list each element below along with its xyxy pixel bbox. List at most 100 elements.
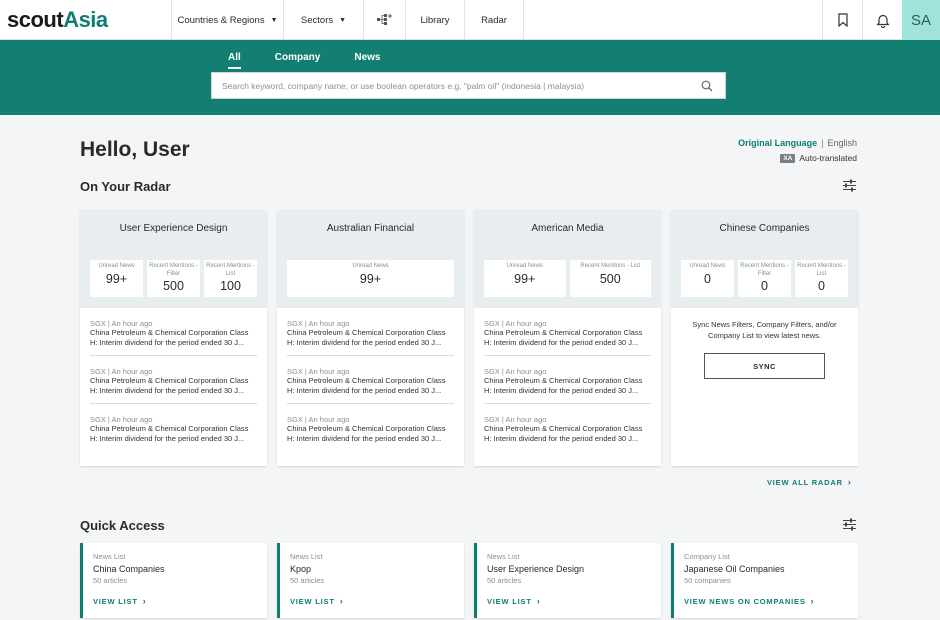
- search-button[interactable]: [692, 73, 722, 98]
- user-avatar[interactable]: SA: [902, 0, 940, 40]
- radar-card-american-media[interactable]: American Media Unread News 99+ Recent Me…: [474, 210, 661, 466]
- view-list-link[interactable]: VIEW LIST ›: [487, 596, 651, 606]
- stat-value: 0: [761, 279, 768, 293]
- news-headline-line1: China Petroleum & Chemical Corporation C…: [90, 328, 249, 337]
- chevron-right-icon: ›: [142, 596, 147, 606]
- nav-countries-regions[interactable]: Countries & Regions ▼: [172, 0, 284, 40]
- stat-value: 99+: [105, 271, 128, 286]
- news-item[interactable]: SGX | An hour ago China Petroleum & Chem…: [90, 356, 257, 404]
- stat-label: Recent Mentions - List: [206, 263, 255, 277]
- scoutasia-logo[interactable]: scout Asia: [0, 0, 172, 40]
- search-input[interactable]: [212, 73, 692, 98]
- stat-value: 100: [220, 279, 241, 293]
- news-headline-line1: China Petroleum & Chemical Corporation C…: [90, 376, 249, 385]
- radar-card-stats: Unread News 99+: [287, 260, 454, 297]
- quick-access-item[interactable]: Company List Japanese Oil Companies 50 c…: [671, 543, 858, 618]
- sync-button[interactable]: SYNC: [704, 353, 825, 379]
- view-all-radar-link[interactable]: VIEW ALL RADAR ›: [767, 477, 852, 487]
- news-headline-line1: China Petroleum & Chemical Corporation C…: [287, 424, 446, 433]
- tab-company[interactable]: Company: [275, 52, 321, 69]
- view-list-label: VIEW LIST: [290, 597, 335, 606]
- translate-badge: XA: [780, 153, 796, 163]
- radar-card-australian-financial[interactable]: Australian Financial Unread News 99+ SGX…: [277, 210, 464, 466]
- news-item[interactable]: SGX | An hour ago China Petroleum & Chem…: [287, 308, 454, 356]
- view-news-on-companies-link[interactable]: VIEW NEWS ON COMPANIES ›: [684, 596, 848, 606]
- nav-radar[interactable]: Radar: [465, 0, 524, 40]
- radar-card-title: American Media: [531, 223, 604, 234]
- tab-news[interactable]: News: [354, 52, 380, 69]
- logo-asia: Asia: [63, 7, 108, 32]
- news-item[interactable]: SGX | An hour ago China Petroleum & Chem…: [484, 356, 651, 404]
- chevron-right-icon: ›: [810, 596, 815, 606]
- radar-card-title: User Experience Design: [119, 223, 228, 234]
- stat-value: 0: [704, 271, 711, 286]
- view-list-link[interactable]: VIEW LIST ›: [93, 596, 257, 606]
- radar-card-header: User Experience Design Unread News 99+ R…: [80, 210, 267, 308]
- news-item[interactable]: SGX | An hour ago China Petroleum & Chem…: [90, 404, 257, 451]
- news-headline-line1: China Petroleum & Chemical Corporation C…: [90, 424, 249, 433]
- stat-label: Recent Mentions - List: [797, 263, 846, 277]
- stat-recent-mentions-filter: Recent Mentions - Filter 500: [147, 260, 200, 297]
- search-box: [211, 72, 726, 99]
- news-item[interactable]: SGX | An hour ago China Petroleum & Chem…: [484, 404, 651, 451]
- language-toggle: Original Language | English: [738, 138, 857, 148]
- quick-access-name: User Experience Design: [487, 564, 585, 574]
- english-option[interactable]: English: [827, 138, 857, 148]
- radar-card-chinese-companies[interactable]: Chinese Companies Unread News 0 Recent M…: [671, 210, 858, 466]
- tab-all[interactable]: All: [228, 52, 241, 69]
- radar-card-header: American Media Unread News 99+ Recent Me…: [474, 210, 661, 308]
- news-meta: SGX | An hour ago: [484, 319, 547, 328]
- notifications-button[interactable]: [862, 0, 902, 40]
- news-item[interactable]: SGX | An hour ago China Petroleum & Chem…: [484, 308, 651, 356]
- page-greeting: Hello, User: [80, 138, 190, 161]
- radar-card-stats: Unread News 99+ Recent Mentions - Filter…: [90, 260, 257, 297]
- nav-countries-label: Countries & Regions: [177, 14, 265, 26]
- quick-access-item[interactable]: News List User Experience Design 50 arti…: [474, 543, 661, 618]
- radar-card-header: Chinese Companies Unread News 0 Recent M…: [671, 210, 858, 308]
- stat-label: Recent Mentions - Filter: [740, 263, 789, 277]
- news-headline-line1: China Petroleum & Chemical Corporation C…: [484, 424, 643, 433]
- filter-sliders-icon[interactable]: [842, 178, 857, 193]
- radar-card-title: Australian Financial: [326, 223, 415, 234]
- stat-value: 0: [818, 279, 825, 293]
- news-headline-line2: H: Interim dividend for the period ended…: [90, 434, 245, 443]
- radar-card-user-experience-design[interactable]: User Experience Design Unread News 99+ R…: [80, 210, 267, 466]
- nav-radar-label: Radar: [481, 14, 507, 26]
- stat-unread-news: Unread News 0: [681, 260, 734, 297]
- network-icon: [376, 14, 392, 25]
- auto-translated-label: Auto-translated: [799, 153, 857, 163]
- quick-access-name: China Companies: [93, 564, 165, 574]
- view-list-link[interactable]: VIEW LIST ›: [290, 596, 454, 606]
- stat-value: 500: [599, 271, 621, 286]
- quick-access-type: Company List: [684, 552, 730, 561]
- stat-recent-mentions-list: Recent Mentions - List 0: [795, 260, 848, 297]
- news-item[interactable]: SGX | An hour ago China Petroleum & Chem…: [287, 356, 454, 404]
- filter-sliders-icon[interactable]: [842, 517, 857, 532]
- radar-card-stats: Unread News 99+ Recent Mentions - List 5…: [484, 260, 651, 297]
- news-meta: SGX | An hour ago: [90, 367, 153, 376]
- search-band: All Company News: [0, 40, 940, 115]
- news-item[interactable]: SGX | An hour ago China Petroleum & Chem…: [287, 404, 454, 451]
- stat-label: Unread News: [689, 263, 726, 269]
- language-separator: |: [821, 138, 824, 148]
- nav-sectors-label: Sectors: [300, 14, 334, 26]
- stat-value: 99+: [514, 271, 536, 286]
- nav-sectors[interactable]: Sectors ▼: [284, 0, 364, 40]
- bell-icon: [875, 14, 890, 28]
- bookmark-button[interactable]: [822, 0, 862, 40]
- quick-access-count: 50 articles: [290, 576, 325, 585]
- stat-label: Unread News: [352, 263, 389, 269]
- quick-access-item[interactable]: News List China Companies 50 articles VI…: [80, 543, 267, 618]
- news-item[interactable]: SGX | An hour ago China Petroleum & Chem…: [90, 308, 257, 356]
- nav-network[interactable]: [364, 0, 406, 40]
- quick-access-item[interactable]: News List Kpop 50 articles VIEW LIST ›: [277, 543, 464, 618]
- news-headline-line2: H: Interim dividend for the period ended…: [287, 434, 442, 443]
- quick-access-title: Quick Access: [80, 518, 165, 533]
- radar-card-title: Chinese Companies: [719, 223, 810, 234]
- logo-scout: scout: [7, 7, 64, 32]
- original-language-option[interactable]: Original Language: [738, 138, 817, 148]
- stat-recent-mentions-list: Recent Mentions - List 100: [204, 260, 257, 297]
- nav-library[interactable]: Library: [406, 0, 465, 40]
- radar-news-list: SGX | An hour ago China Petroleum & Chem…: [277, 308, 464, 451]
